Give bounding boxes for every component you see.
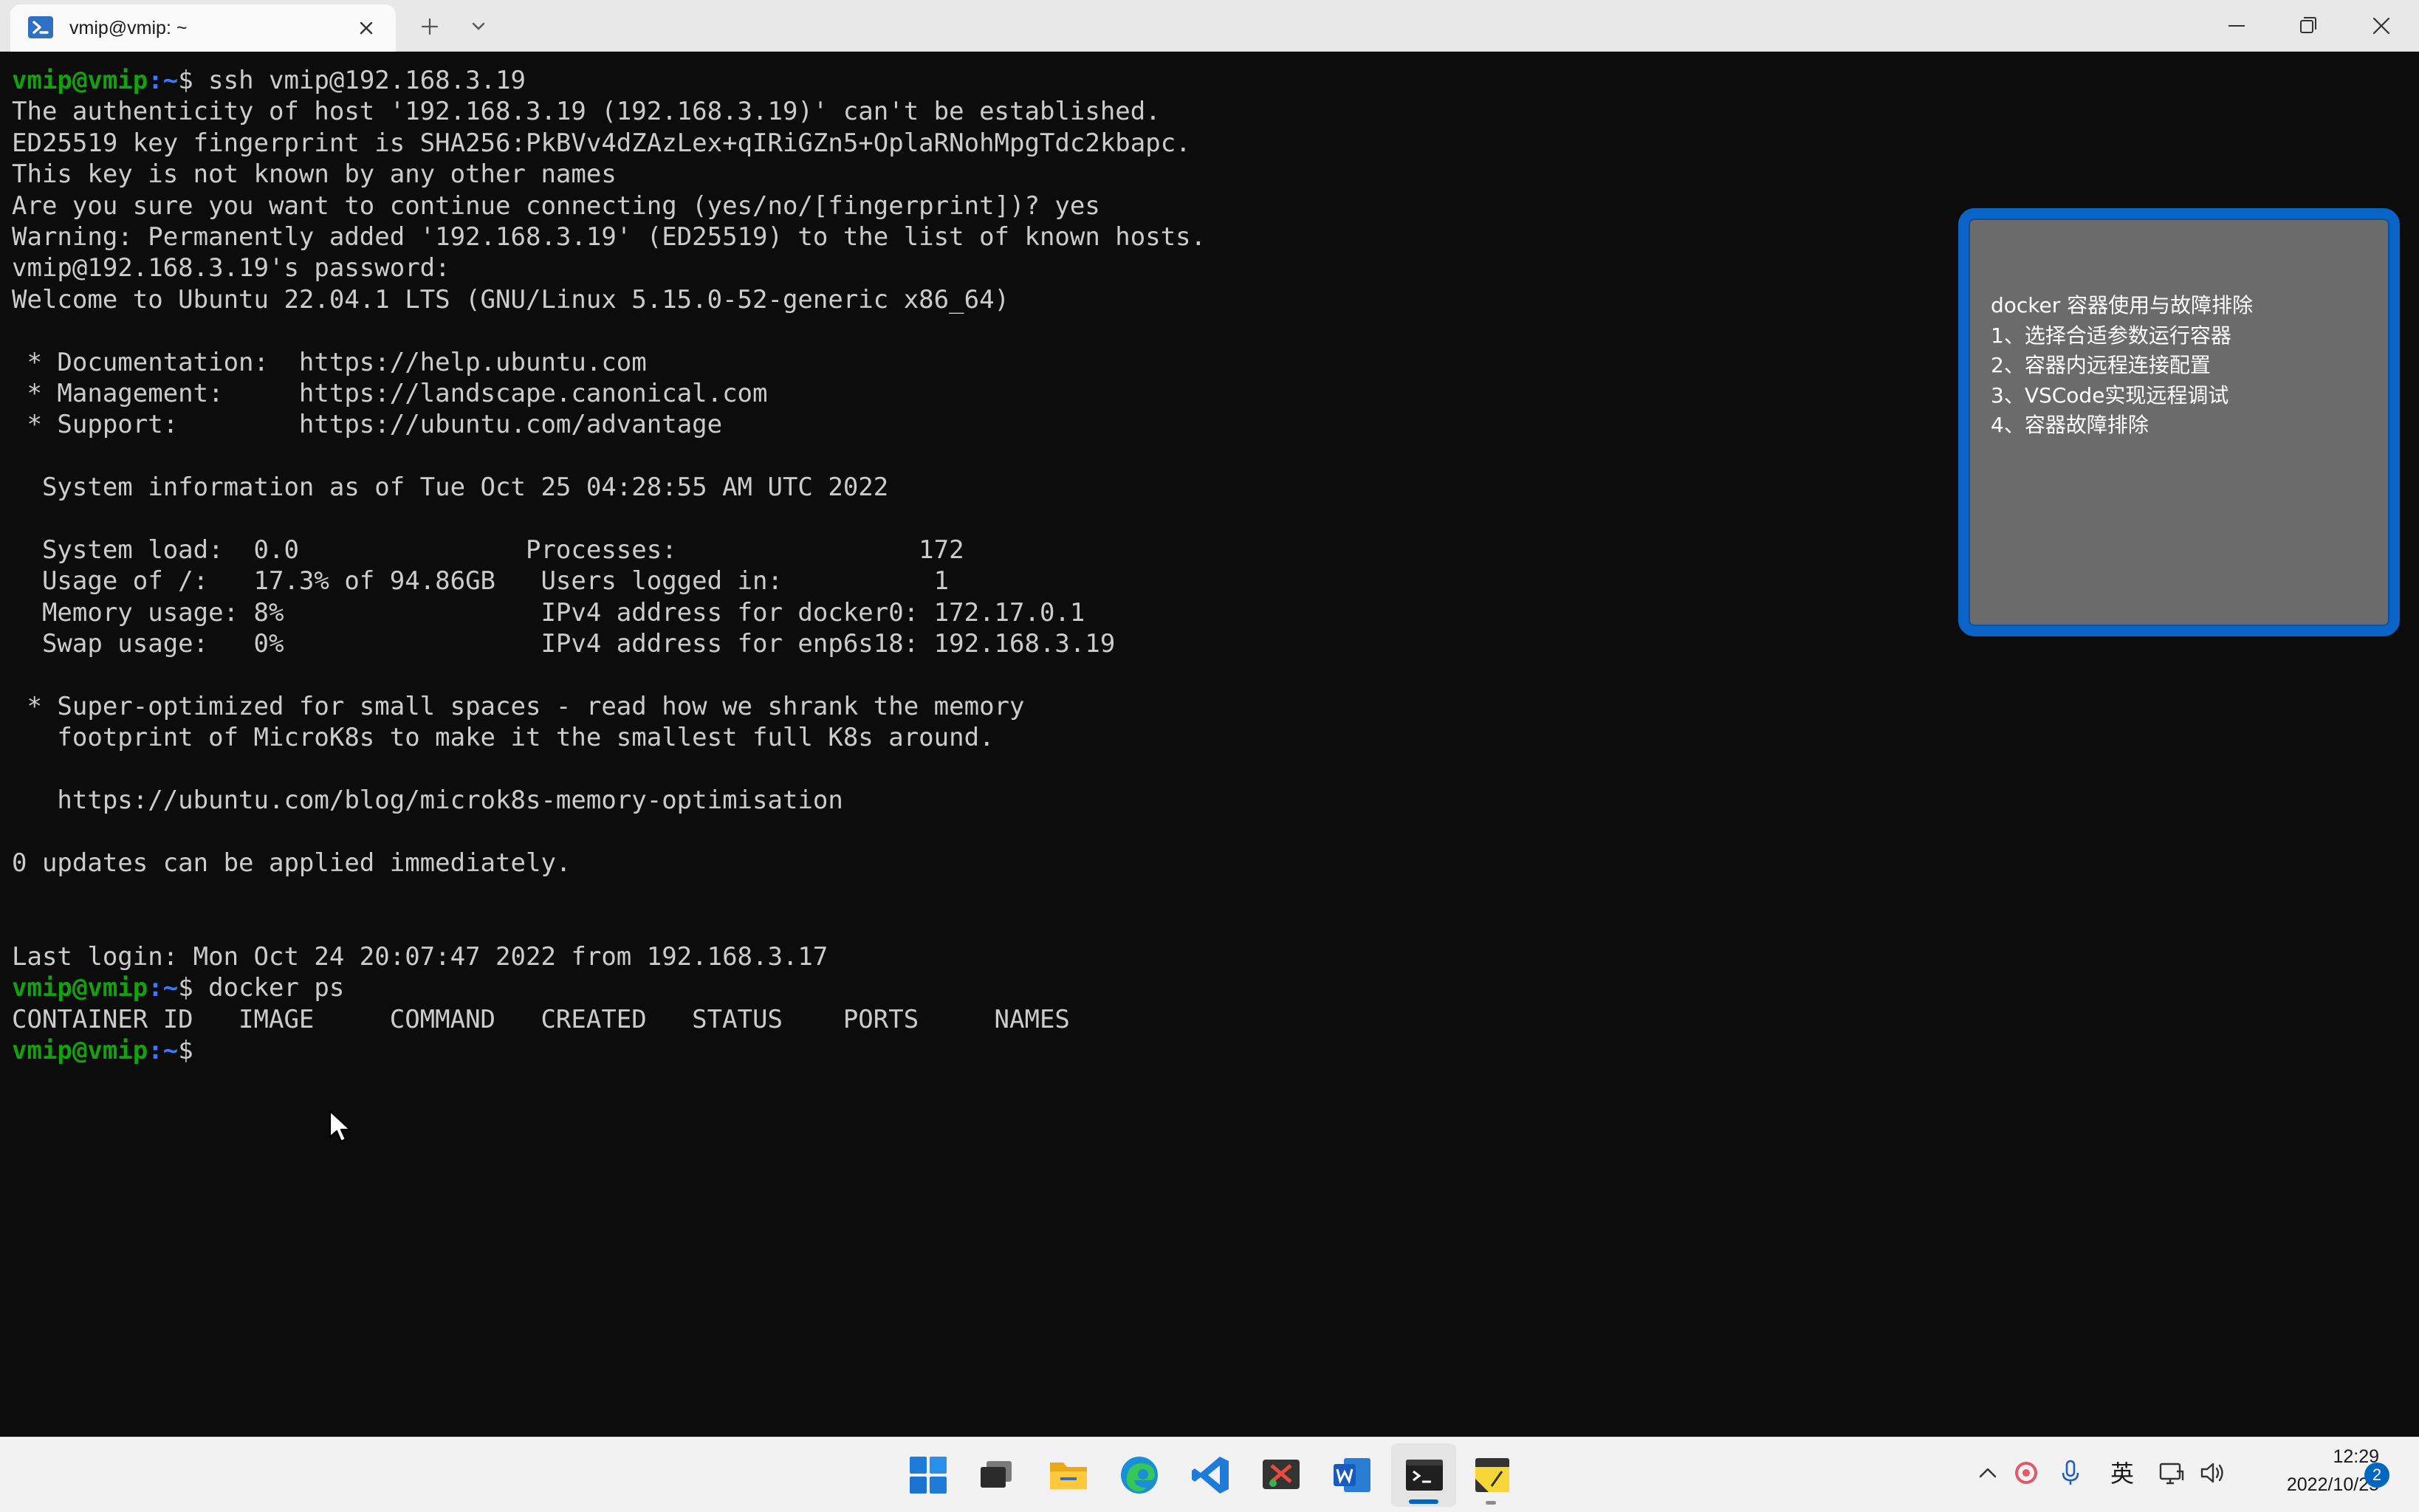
terminal-output-line: vmip@192.168.3.19's password: [12, 253, 450, 284]
terminal-output-line: * Management: https://landscape.canonica… [12, 378, 768, 408]
prompt-user: vmip@vmip [12, 973, 148, 1003]
terminal-output-line: * Super-optimized for small spaces - rea… [12, 691, 1025, 721]
note-line: 3、VSCode实现远程调试 [1991, 382, 2229, 408]
terminal-output-line: This key is not known by any other names [12, 159, 617, 190]
terminal-output-line: Memory usage: 8% IPv4 address for docker… [12, 597, 1085, 628]
note-line: docker 容器使用与故障排除 [1991, 293, 2254, 317]
terminal-output-line: CONTAINER ID IMAGE COMMAND CREATED STATU… [12, 1004, 1070, 1034]
prompt-user: vmip@vmip [12, 66, 148, 95]
terminal-prompt-line: vmip@vmip:~$ docker ps [12, 972, 1206, 1003]
clock-date[interactable]: 2022/10/25 [2234, 1474, 2379, 1496]
restore-icon[interactable] [2274, 9, 2341, 43]
clock-time[interactable]: 12:29 [2242, 1446, 2379, 1468]
word-icon[interactable] [1329, 1452, 1375, 1498]
terminal-output-line: 0 updates can be applied immediately. [12, 848, 572, 878]
note-line: 1、选择合适参数运行容器 [1991, 323, 2231, 348]
task-view-icon[interactable] [973, 1452, 1019, 1498]
vscode-icon[interactable] [1187, 1452, 1233, 1498]
file-explorer-icon[interactable] [1046, 1452, 1091, 1498]
snipping-tool-icon[interactable] [1258, 1452, 1304, 1498]
prompt-command: ssh vmip@192.168.3.19 [208, 66, 526, 95]
volume-icon[interactable] [2196, 1457, 2228, 1489]
tab-terminal[interactable]: vmip@vmip: ~ [10, 4, 396, 52]
topic-notes-overlay: docker 容器使用与故障排除 1、选择合适参数运行容器 2、容器内远程连接配置 3… [1958, 208, 2400, 636]
taskbar: 英 12:29 2022/10/25 2 [0, 1437, 2419, 1512]
terminal-output-line: ED25519 key fingerprint is SHA256:PkBVv4… [12, 128, 1191, 158]
edge-icon[interactable] [1116, 1452, 1162, 1498]
terminal-lines: vmip@vmip:~$ ssh vmip@192.168.3.19 The au… [12, 65, 1206, 1067]
prompt-sign: $ [178, 66, 209, 95]
prompt-sign: $ [178, 973, 209, 1003]
plus-icon[interactable] [415, 12, 445, 41]
notification-badge[interactable]: 2 [2364, 1463, 2389, 1488]
note-line: 4、容器故障排除 [1991, 413, 2149, 437]
running-indicator [1409, 1499, 1438, 1504]
network-icon[interactable] [2155, 1457, 2187, 1489]
terminal-output-line: Warning: Permanently added '192.168.3.19… [12, 221, 1207, 252]
note-lines: docker 容器使用与故障排除 1、选择合适参数运行容器 2、容器内远程连接配置 3… [1991, 291, 2253, 441]
app-tray-icon[interactable] [2010, 1457, 2042, 1489]
terminal-output-line: footprint of MicroK8s to make it the sma… [12, 723, 995, 753]
tab-title: vmip@vmip: ~ [69, 18, 188, 38]
prompt-path: :~ [148, 973, 179, 1003]
title-bar: vmip@vmip: ~ [0, 0, 2419, 52]
chevron-down-icon[interactable] [464, 12, 493, 41]
sticky-notes-icon[interactable] [1469, 1452, 1515, 1498]
terminal-icon[interactable] [1401, 1452, 1447, 1498]
close-icon[interactable] [353, 15, 380, 41]
prompt-sign: $ [178, 1036, 209, 1066]
powershell-tab-icon [28, 16, 53, 38]
terminal-output-line: Welcome to Ubuntu 22.04.1 LTS (GNU/Linux… [12, 284, 1010, 315]
terminal-output-line: Are you sure you want to continue connec… [12, 190, 1100, 221]
chevron-up-icon[interactable] [1972, 1457, 2004, 1489]
terminal-output-line: https://ubuntu.com/blog/microk8s-memory-… [12, 785, 843, 815]
terminal-output-line: Last login: Mon Oct 24 20:07:47 2022 fro… [12, 941, 828, 972]
running-indicator [1486, 1501, 1496, 1505]
terminal-output[interactable]: vmip@vmip:~$ ssh vmip@192.168.3.19 The au… [0, 52, 2419, 1437]
terminal-output-line: * Documentation: https://help.ubuntu.com [12, 347, 647, 377]
input-method-indicator[interactable]: 英 [2106, 1455, 2138, 1492]
terminal-output-line: The authenticity of host '192.168.3.19 (… [12, 97, 1161, 127]
terminal-prompt-line: vmip@vmip:~$ [12, 1035, 1206, 1066]
prompt-path: :~ [148, 1036, 179, 1066]
terminal-output-line: System information as of Tue Oct 25 04:2… [12, 472, 889, 503]
terminal-output-line: * Support: https://ubuntu.com/advantage [12, 410, 723, 440]
terminal-output-line: Usage of /: 17.3% of 94.86GB Users logge… [12, 566, 950, 597]
note-line: 2、容器内远程连接配置 [1991, 353, 2211, 377]
prompt-path: :~ [148, 66, 179, 95]
terminal-prompt-line: vmip@vmip:~$ ssh vmip@192.168.3.19 [12, 65, 1206, 96]
prompt-command: docker ps [208, 973, 345, 1003]
windows-start-icon[interactable] [905, 1452, 951, 1498]
terminal-output-line: Swap usage: 0% IPv4 address for enp6s18:… [12, 629, 1116, 659]
terminal-output-line: System load: 0.0 Processes: 172 [12, 535, 964, 565]
microphone-icon[interactable] [2054, 1457, 2087, 1489]
window-close-icon[interactable] [2348, 9, 2415, 43]
mouse-pointer-icon [328, 1109, 353, 1146]
prompt-user: vmip@vmip [12, 1036, 148, 1066]
minimize-icon[interactable] [2203, 9, 2270, 43]
